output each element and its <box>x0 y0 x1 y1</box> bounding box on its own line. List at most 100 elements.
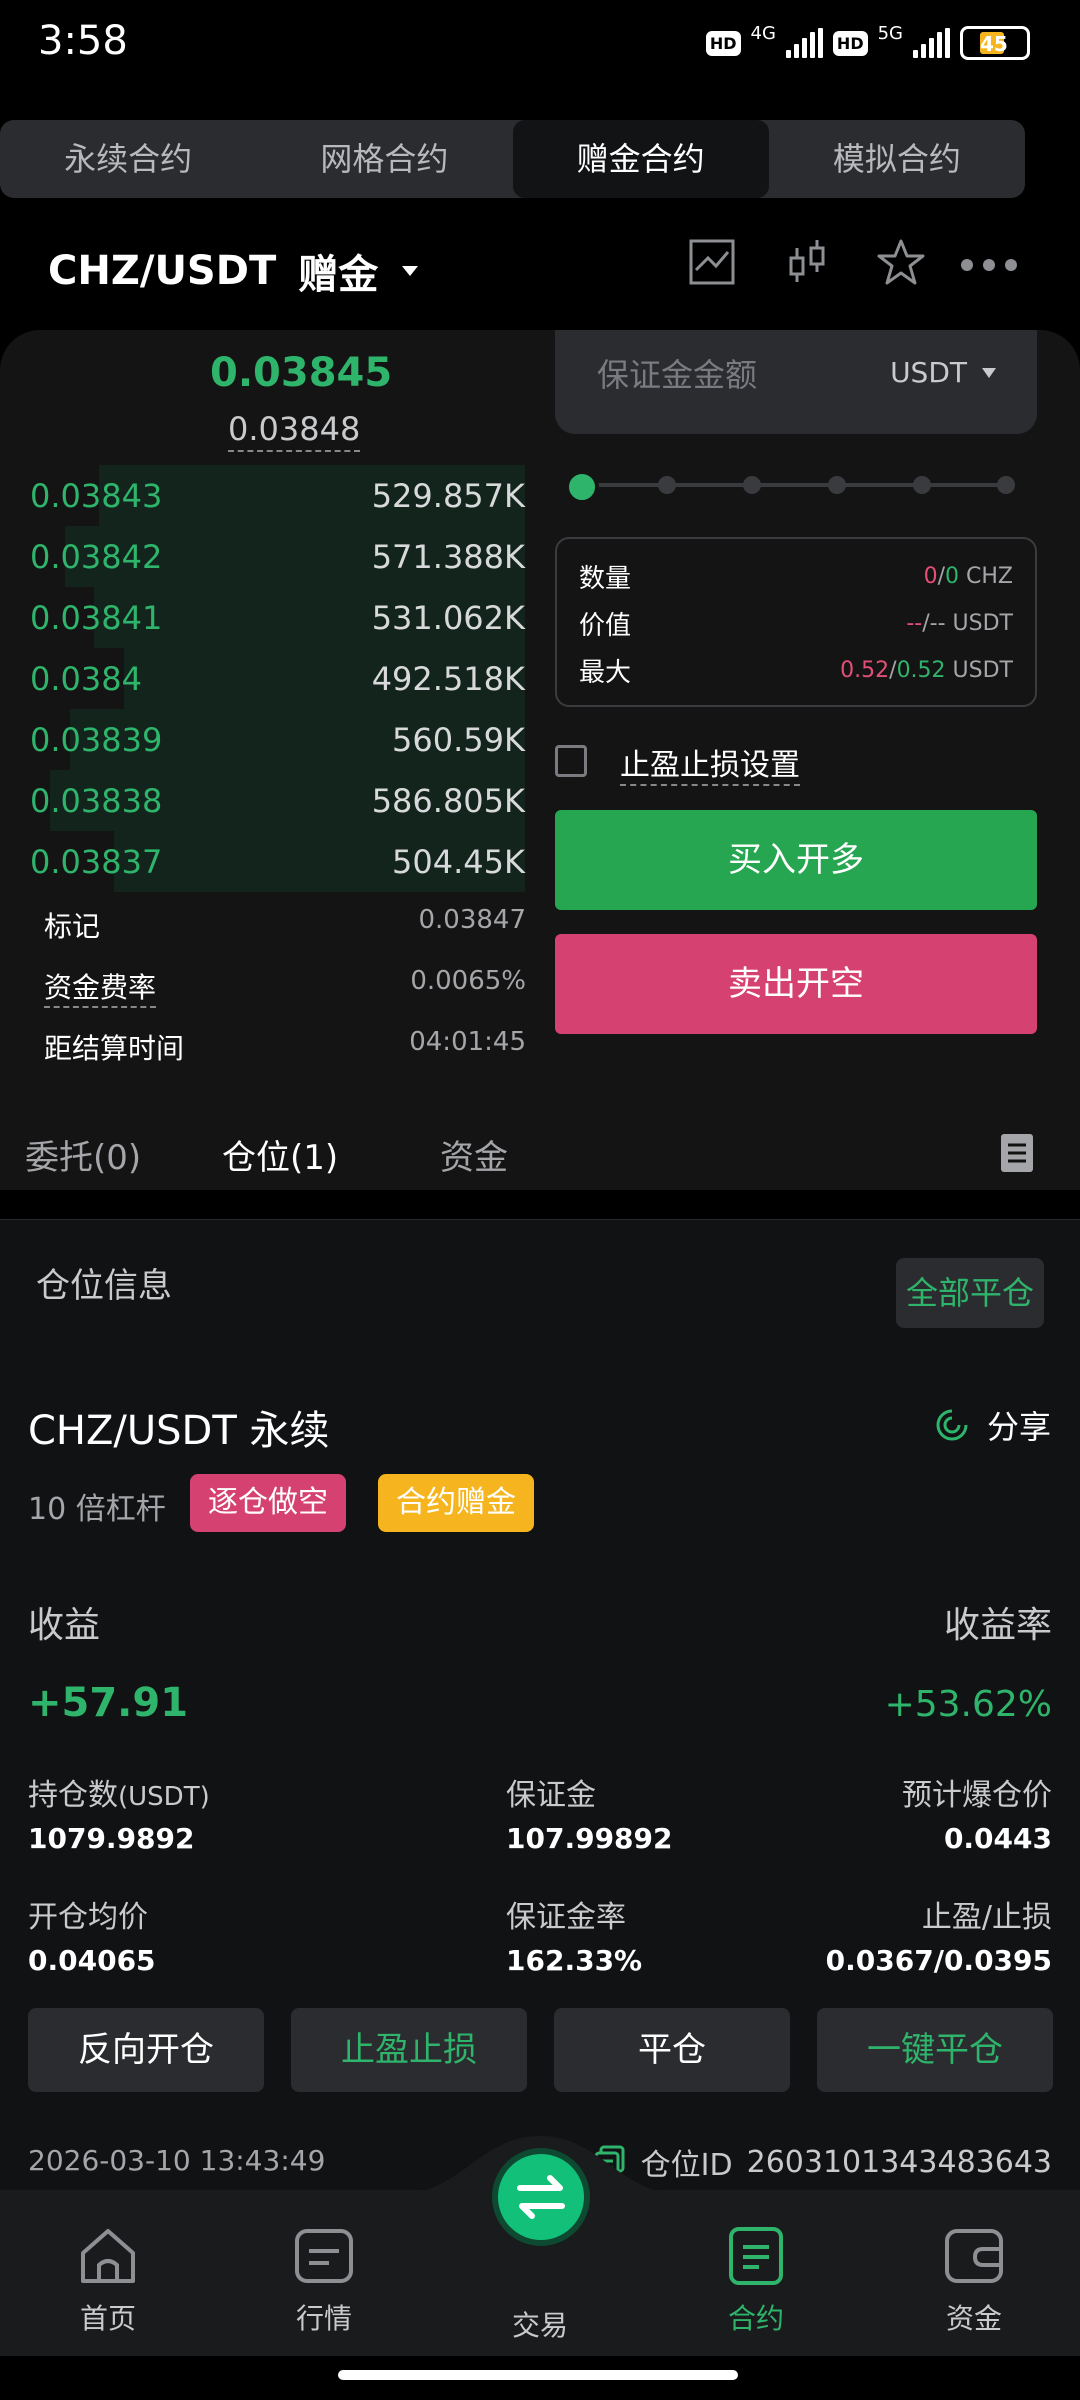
order-price: 0.03838 <box>30 781 163 820</box>
tab-funds[interactable]: 资金 <box>440 1130 508 1179</box>
roe-label: 收益率 <box>943 1605 1052 1646</box>
currency-label: USDT <box>890 356 967 389</box>
tpsl-button[interactable]: 止盈止损 <box>291 2008 527 2092</box>
contract-tabs: 永续合约 网格合约 赠金合约 模拟合约 <box>0 120 1025 198</box>
margin-ratio-label: 保证金率 <box>506 1900 626 1935</box>
margin-input[interactable]: 保证金金额 USDT <box>555 330 1037 434</box>
status-icons: HD 4G HD 5G 45 <box>705 22 1030 60</box>
more-icon[interactable] <box>960 258 1018 272</box>
section-title: 仓位信息 <box>36 1266 172 1306</box>
tab-demo[interactable]: 模拟合约 <box>769 120 1025 198</box>
leverage-label: 10 倍杠杆 <box>28 1492 166 1527</box>
orderbook-row[interactable]: 0.03837 504.45K <box>30 831 525 892</box>
tpsl-value: 0.0367/0.0395 <box>825 1944 1052 1977</box>
slider-knob[interactable] <box>565 470 599 504</box>
order-price: 0.03837 <box>30 842 163 881</box>
roe-value: +53.62% <box>884 1684 1052 1725</box>
orderbook-row[interactable]: 0.03841 531.062K <box>30 587 525 648</box>
hd-badge-2: HD <box>832 30 868 56</box>
order-price: 0.03841 <box>30 598 163 637</box>
battery-icon: 45 <box>960 26 1030 60</box>
settle-value: 04:01:45 <box>409 1027 526 1057</box>
nav-assets[interactable]: 资金 <box>904 2225 1044 2337</box>
nav-futures[interactable]: 合约 <box>686 2225 826 2337</box>
nav-trade-button[interactable] <box>492 2148 590 2246</box>
tab-grid[interactable]: 网格合约 <box>256 120 512 198</box>
swap-icon <box>517 2175 565 2219</box>
funding-value: 0.0065% <box>410 966 526 996</box>
size-label: 持仓数(USDT) <box>28 1778 210 1813</box>
order-size: 529.857K <box>371 476 525 515</box>
caret-down-icon <box>402 266 419 276</box>
tab-bonus[interactable]: 赠金合约 <box>512 120 769 198</box>
orderbook-row[interactable]: 0.03843 529.857K <box>30 465 525 526</box>
order-price: 0.03839 <box>30 720 163 759</box>
order-size: 531.062K <box>371 598 525 637</box>
pos-id-value: 2603101343483643 <box>746 2144 1052 2180</box>
quick-close-button[interactable]: 一键平仓 <box>817 2008 1053 2092</box>
share-label: 分享 <box>987 1408 1052 1446</box>
margin-placeholder: 保证金金额 <box>597 356 758 394</box>
pair-selector[interactable]: CHZ/USDT 赠金 <box>48 242 420 300</box>
order-size: 571.388K <box>371 537 525 576</box>
tag-isolated-short: 逐仓做空 <box>190 1474 346 1532</box>
status-time: 3:58 <box>38 18 128 64</box>
nav-home[interactable]: 首页 <box>38 2225 178 2337</box>
order-size: 492.518K <box>371 659 525 698</box>
order-size: 560.59K <box>392 720 525 759</box>
orderbook-row[interactable]: 0.03842 571.388K <box>30 526 525 587</box>
margin-value: 107.99892 <box>506 1822 673 1855</box>
currency-select[interactable]: USDT <box>890 356 997 389</box>
settle-row: 距结算时间 04:01:45 <box>44 1027 526 1067</box>
tab-perpetual[interactable]: 永续合约 <box>0 120 256 198</box>
mark-value: 0.03847 <box>418 905 526 935</box>
leverage-slider[interactable] <box>565 470 1015 504</box>
order-price: 0.03842 <box>30 537 163 576</box>
pnl-label: 收益 <box>28 1605 101 1646</box>
entry-value: 0.04065 <box>28 1944 156 1977</box>
settle-label: 距结算时间 <box>44 1032 185 1065</box>
tpsl-checkbox[interactable] <box>555 745 587 777</box>
orderbook-row[interactable]: 0.0384 492.518K <box>30 648 525 709</box>
mark-label: 标记 <box>44 910 101 943</box>
orderbook-row[interactable]: 0.03838 586.805K <box>30 770 525 831</box>
mark-row: 标记 0.03847 <box>44 905 526 945</box>
document-icon[interactable] <box>1000 1133 1034 1173</box>
buy-long-button[interactable]: 买入开多 <box>555 810 1037 910</box>
hd-badge: HD <box>705 30 741 56</box>
max-label: 最大 <box>579 658 632 688</box>
order-size: 586.805K <box>371 781 525 820</box>
network-5g-label: 5G <box>877 22 903 44</box>
close-button[interactable]: 平仓 <box>554 2008 790 2092</box>
chart-icon[interactable] <box>688 238 736 286</box>
tab-positions[interactable]: 仓位(1) <box>222 1130 338 1179</box>
nav-market[interactable]: 行情 <box>254 2225 394 2337</box>
share-button[interactable]: 分享 <box>935 1402 1051 1448</box>
sell-short-button[interactable]: 卖出开空 <box>555 934 1037 1034</box>
qty-label: 数量 <box>579 564 632 594</box>
order-price: 0.03843 <box>30 476 163 515</box>
close-all-button[interactable]: 全部平仓 <box>896 1258 1044 1328</box>
funding-label[interactable]: 资金费率 <box>44 966 157 1008</box>
star-icon[interactable] <box>876 238 926 286</box>
share-icon <box>936 1409 968 1441</box>
funding-row: 资金费率 0.0065% <box>44 966 526 1008</box>
candlestick-icon[interactable] <box>785 238 829 286</box>
order-size: 504.45K <box>392 842 525 881</box>
tag-bonus: 合约赠金 <box>378 1474 534 1532</box>
futures-icon <box>729 2227 783 2285</box>
pnl-value: +57.91 <box>28 1680 189 1726</box>
mark-price-sub[interactable]: 0.03848 <box>228 410 361 452</box>
last-price: 0.03845 <box>210 350 393 396</box>
nav-trade-label[interactable]: 交易 <box>470 2304 610 2344</box>
orderbook-row[interactable]: 0.03839 560.59K <box>30 709 525 770</box>
pair-name: CHZ/USDT <box>48 248 277 294</box>
tab-orders[interactable]: 委托(0) <box>25 1130 141 1179</box>
reverse-open-button[interactable]: 反向开仓 <box>28 2008 264 2092</box>
tpsl-settings-label[interactable]: 止盈止损设置 <box>620 740 800 786</box>
order-price: 0.0384 <box>30 659 142 698</box>
size-value: 1079.9892 <box>28 1822 195 1855</box>
signal-icon-2 <box>913 28 950 58</box>
tpsl-label: 止盈/止损 <box>921 1900 1052 1935</box>
entry-label: 开仓均价 <box>28 1900 148 1935</box>
